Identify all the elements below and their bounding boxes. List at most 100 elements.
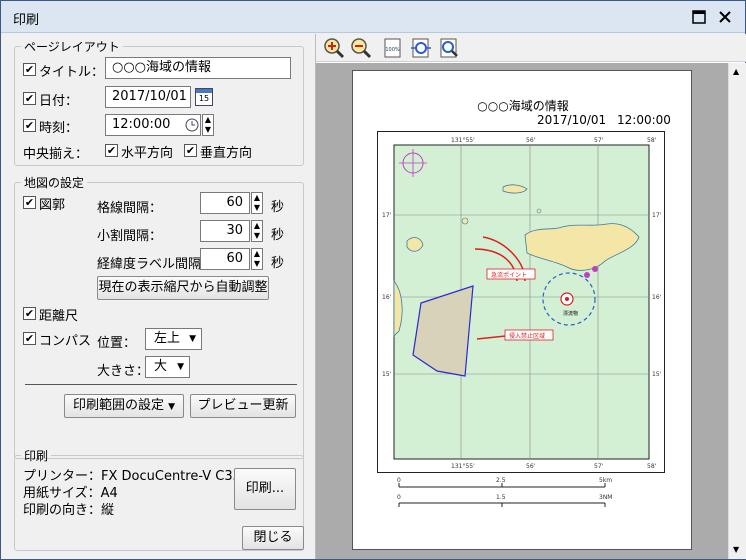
sub-interval-label: 小割間隔： [97, 229, 163, 244]
preview-map: 131°55' 56' 57' 58' 131°55' 56' 57' 58' … [377, 131, 665, 473]
scale-km-label: 2.5 [496, 477, 506, 484]
lat-label: 17' [382, 212, 392, 219]
compass-position-select[interactable]: 左上 ▼ [145, 328, 202, 350]
dropdown-arrow-icon: ▼ [189, 334, 196, 344]
preview-pane: 100% ○○○海域の情報 2017/10/01 12:00:00 131°55… [315, 34, 746, 559]
window-title: 印刷 [13, 13, 40, 28]
title-bar: 印刷 [1, 1, 745, 33]
preview-time: 12:00:00 [617, 113, 671, 127]
fit-page-icon[interactable]: 100% [382, 37, 404, 59]
scale-bar: 0 2.5 5km 0 1.5 3NM [397, 477, 612, 507]
center-align-label: 中央揃え： [23, 147, 89, 162]
lat-label: 16' [652, 294, 662, 301]
svg-text:100%: 100% [385, 47, 400, 53]
vertical-scrollbar[interactable]: ▲ ▼ [728, 63, 746, 559]
time-spinner[interactable]: ▲ ▼ [202, 114, 214, 136]
restricted-callout: 侵入禁止区域 [509, 332, 545, 340]
print-range-button[interactable]: 印刷範囲の設定 ▼ [64, 394, 184, 418]
preview-title: ○○○海域の情報 [477, 99, 569, 113]
grid-interval-label: 格線間隔： [97, 201, 163, 216]
lat-label: 16' [382, 294, 392, 301]
maximize-icon [692, 10, 706, 24]
lon-label: 57' [594, 463, 604, 470]
latlon-label-interval-spinner[interactable]: ▲ ▼ [251, 248, 263, 270]
grid-interval-spinner[interactable]: ▲ ▼ [251, 192, 263, 214]
latlon-label-interval-input[interactable]: 60 [200, 248, 250, 270]
scalebar-label: 距離尺 [39, 309, 79, 324]
land-islet [536, 208, 542, 214]
grid-interval-input[interactable]: 60 [200, 192, 250, 214]
lon-label: 56' [526, 137, 536, 144]
scale-nm-label: 3NM [599, 494, 612, 501]
lon-label: 131°55' [451, 137, 475, 144]
scroll-down-icon[interactable]: ▼ [733, 545, 739, 554]
drift-object-label: 漂流物 [563, 310, 578, 317]
print-button[interactable]: 印刷... [234, 468, 296, 510]
scroll-up-icon[interactable]: ▲ [733, 67, 739, 76]
title-label: タイトル： [39, 65, 105, 80]
preview-paper: ○○○海域の情報 2017/10/01 12:00:00 131°55' 56'… [352, 70, 692, 550]
lat-label: 15' [652, 371, 662, 378]
compass-checkbox[interactable]: ✔ [23, 332, 36, 345]
scale-km-label: 0 [397, 477, 401, 484]
compass-position-label: 位置： [97, 336, 137, 351]
land-islet [461, 217, 469, 225]
lon-label: 58' [647, 137, 657, 144]
lon-label: 131°55' [451, 463, 475, 470]
scalebar-checkbox[interactable]: ✔ [23, 307, 36, 320]
dropdown-arrow-icon: ▼ [168, 402, 176, 412]
compass-size-select[interactable]: 大 ▼ [145, 356, 190, 378]
auto-adjust-button[interactable]: 現在の表示縮尺から自動調整 [97, 276, 269, 300]
preview-update-button[interactable]: プレビュー更新 [190, 394, 296, 418]
actual-size-icon[interactable] [438, 37, 460, 59]
date-checkbox[interactable]: ✔ [23, 92, 36, 105]
fit-width-icon[interactable] [410, 37, 432, 59]
clock-icon [185, 118, 199, 132]
lon-label: 58' [647, 463, 657, 470]
zoom-out-icon[interactable] [350, 37, 372, 59]
lon-label: 56' [526, 463, 536, 470]
close-button[interactable]: 閉じる [242, 526, 304, 550]
date-input[interactable]: 2017/10/01 [105, 86, 191, 108]
sub-interval-unit: 秒 [271, 228, 285, 243]
settings-panel: ページレイアウト ✔ タイトル： ○○○海域の情報 ✔ 日付： 2017/10/… [1, 34, 313, 559]
page-layout-legend: ページレイアウト [24, 40, 120, 54]
preview-date: 2017/10/01 [537, 113, 607, 127]
lat-label: 17' [652, 212, 662, 219]
lat-label: 15' [382, 371, 392, 378]
latlon-label-interval-label: 経緯度ラベル間隔： [97, 257, 215, 272]
map-settings-legend: 地図の設定 [24, 176, 85, 190]
sub-interval-spinner[interactable]: ▲ ▼ [251, 220, 263, 242]
title-input[interactable]: ○○○海域の情報 [105, 57, 291, 79]
horizontal-center-checkbox[interactable]: ✔ [105, 144, 118, 157]
maximize-button[interactable] [689, 7, 709, 27]
time-checkbox[interactable]: ✔ [23, 119, 36, 132]
sub-interval-input[interactable]: 30 [200, 220, 250, 242]
scale-nm-label: 1.5 [496, 494, 506, 501]
divider [25, 384, 297, 385]
vertical-center-label: 垂直方向 [200, 146, 253, 161]
close-window-button[interactable] [715, 7, 735, 27]
time-label: 時刻： [39, 121, 79, 136]
dropdown-arrow-icon: ▼ [177, 362, 184, 372]
preview-toolbar: 100% [316, 34, 746, 62]
graticule-label: 図郭 [39, 198, 66, 213]
latlon-label-interval-unit: 秒 [271, 256, 285, 271]
orientation-info: 印刷の向き：縦 [23, 503, 115, 518]
calendar-icon[interactable]: 15 [195, 88, 213, 106]
lon-label: 57' [594, 137, 604, 144]
scale-km-label: 5km [599, 477, 612, 484]
date-label: 日付： [39, 94, 79, 109]
print-legend: 印刷 [24, 449, 49, 463]
print-dialog: 印刷 ページレイアウト ✔ タイトル： ○○○海域の情報 ✔ 日付： 2017/… [0, 0, 746, 560]
compass-size-label: 大きさ： [97, 364, 150, 379]
zoom-in-icon[interactable] [323, 37, 345, 59]
scale-nm-label: 0 [397, 494, 401, 501]
grid-interval-unit: 秒 [271, 200, 285, 215]
graticule-checkbox[interactable]: ✔ [23, 196, 36, 209]
drift-callout: 急流ポイント [491, 271, 527, 279]
vertical-center-checkbox[interactable]: ✔ [184, 144, 197, 157]
horizontal-center-label: 水平方向 [121, 146, 174, 161]
title-checkbox[interactable]: ✔ [23, 63, 36, 76]
compass-label: コンパス [39, 334, 92, 349]
